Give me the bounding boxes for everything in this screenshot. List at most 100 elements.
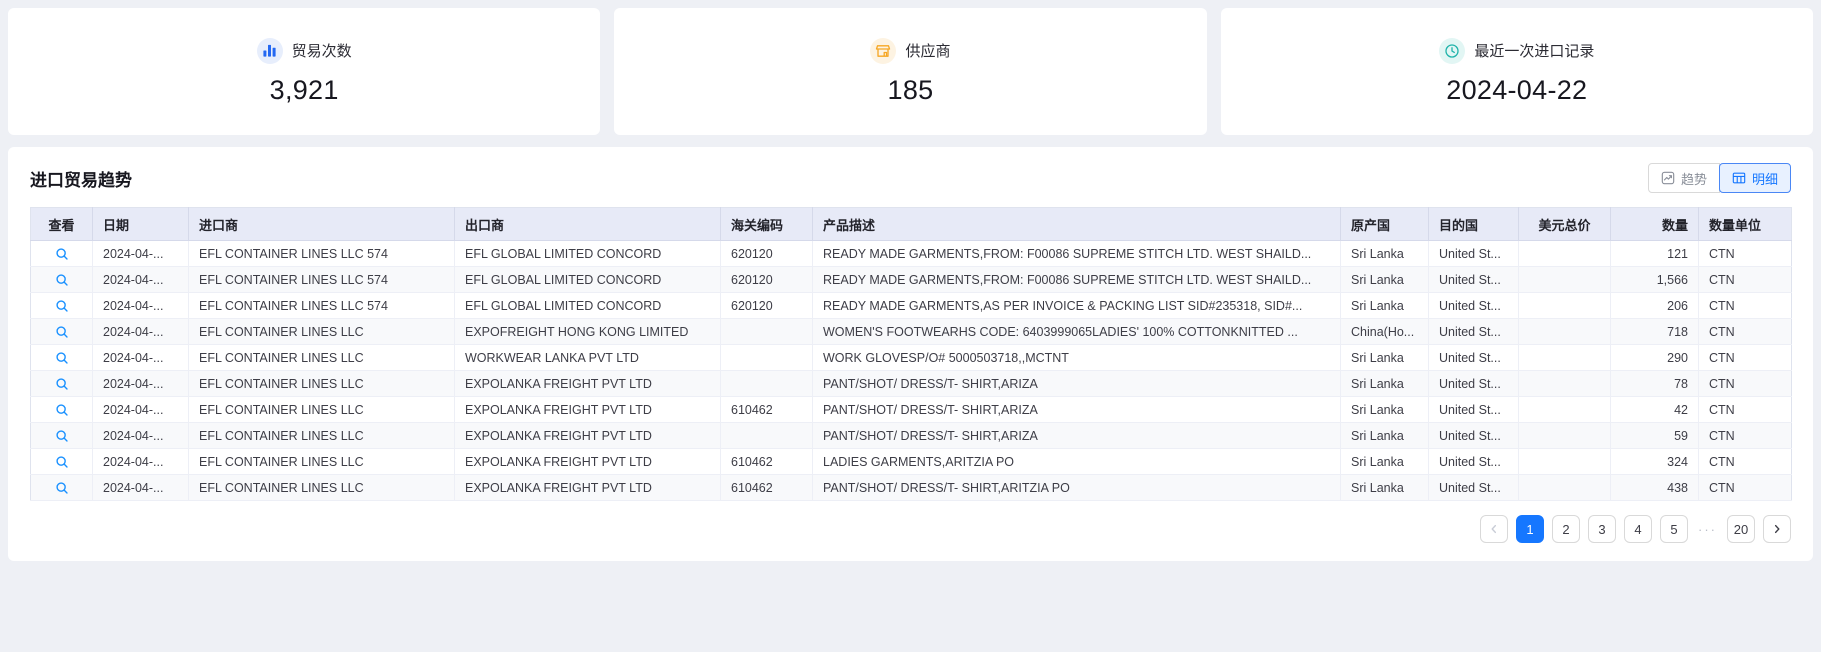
- trend-button-label: 趋势: [1680, 171, 1707, 187]
- cell-product: PANT/SHOT/ DRESS/T- SHIRT,ARITZIA PO: [812, 474, 1341, 501]
- page-button-4[interactable]: 4: [1624, 515, 1652, 543]
- page-button-3[interactable]: 3: [1588, 515, 1616, 543]
- stat-card-label: 供应商: [905, 43, 951, 60]
- column-header-product: 产品描述: [812, 207, 1341, 241]
- cell-unit: CTN: [1698, 266, 1792, 293]
- table-row: 2024-04-... EFL CONTAINER LINES LLC EXPOLA…: [30, 396, 1792, 423]
- stat-card-label: 最近一次进口记录: [1474, 43, 1595, 60]
- view-row-button[interactable]: [52, 270, 72, 290]
- line-chart-icon: [1661, 171, 1675, 185]
- cell-hs_code: [720, 422, 813, 449]
- view-row-button[interactable]: [52, 322, 72, 342]
- cell-exporter: EFL GLOBAL LIMITED CONCORD: [454, 240, 721, 267]
- cell-usd_total: [1518, 474, 1611, 501]
- column-header-view: 查看: [30, 207, 93, 241]
- page-button-2[interactable]: 2: [1552, 515, 1580, 543]
- cell-product: PANT/SHOT/ DRESS/T- SHIRT,ARIZA: [812, 396, 1341, 423]
- view-row-button[interactable]: [52, 426, 72, 446]
- cell-hs_code: 620120: [720, 240, 813, 267]
- magnifier-icon: [55, 429, 69, 443]
- cell-destination: United St...: [1428, 474, 1519, 501]
- cell-destination: United St...: [1428, 344, 1519, 371]
- view-row-button[interactable]: [52, 374, 72, 394]
- table-row: 2024-04-... EFL CONTAINER LINES LLC 574 EF…: [30, 266, 1792, 293]
- cell-destination: United St...: [1428, 448, 1519, 475]
- magnifier-icon: [55, 325, 69, 339]
- stat-card-last-import: 最近一次进口记录 2024-04-22: [1220, 8, 1813, 135]
- view-row-button[interactable]: [52, 348, 72, 368]
- cell-date: 2024-04-...: [92, 240, 189, 267]
- view-row-button[interactable]: [52, 478, 72, 498]
- cell-importer: EFL CONTAINER LINES LLC: [188, 474, 455, 501]
- column-header-importer: 进口商: [188, 207, 455, 241]
- cell-date: 2024-04-...: [92, 344, 189, 371]
- cell-importer: EFL CONTAINER LINES LLC 574: [188, 292, 455, 319]
- cell-unit: CTN: [1698, 474, 1792, 501]
- cell-unit: CTN: [1698, 370, 1792, 397]
- table-row: 2024-04-... EFL CONTAINER LINES LLC 574 EF…: [30, 240, 1792, 267]
- table-row: 2024-04-... EFL CONTAINER LINES LLC EXPOLA…: [30, 422, 1792, 449]
- view-toggle: 趋势 明细: [1647, 163, 1791, 193]
- cell-origin: Sri Lanka: [1340, 344, 1429, 371]
- cell-view: [30, 318, 93, 345]
- cell-unit: CTN: [1698, 448, 1792, 475]
- table-header-row: 查看 日期 进口商 出口商 海关编码 产品描述 原产国 目的国 美元总价 数量 数量单位: [30, 207, 1792, 241]
- cell-destination: United St...: [1428, 240, 1519, 267]
- view-row-button[interactable]: [52, 400, 72, 420]
- cell-origin: Sri Lanka: [1340, 240, 1429, 267]
- view-row-button[interactable]: [52, 452, 72, 472]
- cell-quantity: 42: [1610, 396, 1699, 423]
- magnifier-icon: [55, 351, 69, 365]
- cell-origin: Sri Lanka: [1340, 266, 1429, 293]
- cell-importer: EFL CONTAINER LINES LLC: [188, 396, 455, 423]
- magnifier-icon: [55, 247, 69, 261]
- pagination-prev-button[interactable]: [1480, 515, 1508, 543]
- table-row: 2024-04-... EFL CONTAINER LINES LLC EXPOLA…: [30, 474, 1792, 501]
- stat-card-value: 2024-04-22: [1446, 74, 1588, 105]
- table-row: 2024-04-... EFL CONTAINER LINES LLC EXPOLA…: [30, 448, 1792, 475]
- trend-view-button[interactable]: 趋势: [1647, 163, 1720, 193]
- cell-usd_total: [1518, 370, 1611, 397]
- cell-view: [30, 266, 93, 293]
- trade-records-table: 查看 日期 进口商 出口商 海关编码 产品描述 原产国 目的国 美元总价 数量 数量单位 2024-…: [30, 207, 1792, 501]
- magnifier-icon: [55, 455, 69, 469]
- magnifier-icon: [55, 481, 69, 495]
- stat-card-trade-count: 贸易次数 3,921: [8, 8, 601, 135]
- cell-date: 2024-04-...: [92, 370, 189, 397]
- cell-usd_total: [1518, 344, 1611, 371]
- view-row-button[interactable]: [52, 296, 72, 316]
- cell-date: 2024-04-...: [92, 292, 189, 319]
- page-button-20[interactable]: 20: [1727, 515, 1755, 543]
- table-icon: [1732, 171, 1746, 185]
- cell-importer: EFL CONTAINER LINES LLC: [188, 318, 455, 345]
- cell-origin: Sri Lanka: [1340, 448, 1429, 475]
- cell-view: [30, 370, 93, 397]
- cell-destination: United St...: [1428, 370, 1519, 397]
- pagination-ellipsis[interactable]: ···: [1696, 522, 1719, 537]
- cell-unit: CTN: [1698, 292, 1792, 319]
- pagination: 1 2 3 4 5 ··· 20: [30, 515, 1791, 543]
- cell-usd_total: [1518, 266, 1611, 293]
- cell-usd_total: [1518, 448, 1611, 475]
- pagination-next-button[interactable]: [1763, 515, 1791, 543]
- cell-exporter: EXPOFREIGHT HONG KONG LIMITED: [454, 318, 721, 345]
- cell-origin: China(Ho...: [1340, 318, 1429, 345]
- cell-product: READY MADE GARMENTS,AS PER INVOICE & PAC…: [812, 292, 1341, 319]
- cell-product: READY MADE GARMENTS,FROM: F00086 SUPREME…: [812, 266, 1341, 293]
- page-button-5[interactable]: 5: [1660, 515, 1688, 543]
- cell-usd_total: [1518, 396, 1611, 423]
- column-header-quantity: 数量: [1610, 207, 1699, 241]
- page-button-1[interactable]: 1: [1516, 515, 1544, 543]
- cell-exporter: EFL GLOBAL LIMITED CONCORD: [454, 266, 721, 293]
- cell-view: [30, 240, 93, 267]
- cell-quantity: 78: [1610, 370, 1699, 397]
- shop-icon: [870, 37, 897, 64]
- cell-quantity: 324: [1610, 448, 1699, 475]
- cell-origin: Sri Lanka: [1340, 474, 1429, 501]
- view-row-button[interactable]: [52, 244, 72, 264]
- detail-view-button[interactable]: 明细: [1718, 163, 1791, 193]
- cell-date: 2024-04-...: [92, 474, 189, 501]
- cell-importer: EFL CONTAINER LINES LLC: [188, 448, 455, 475]
- cell-date: 2024-04-...: [92, 448, 189, 475]
- cell-origin: Sri Lanka: [1340, 292, 1429, 319]
